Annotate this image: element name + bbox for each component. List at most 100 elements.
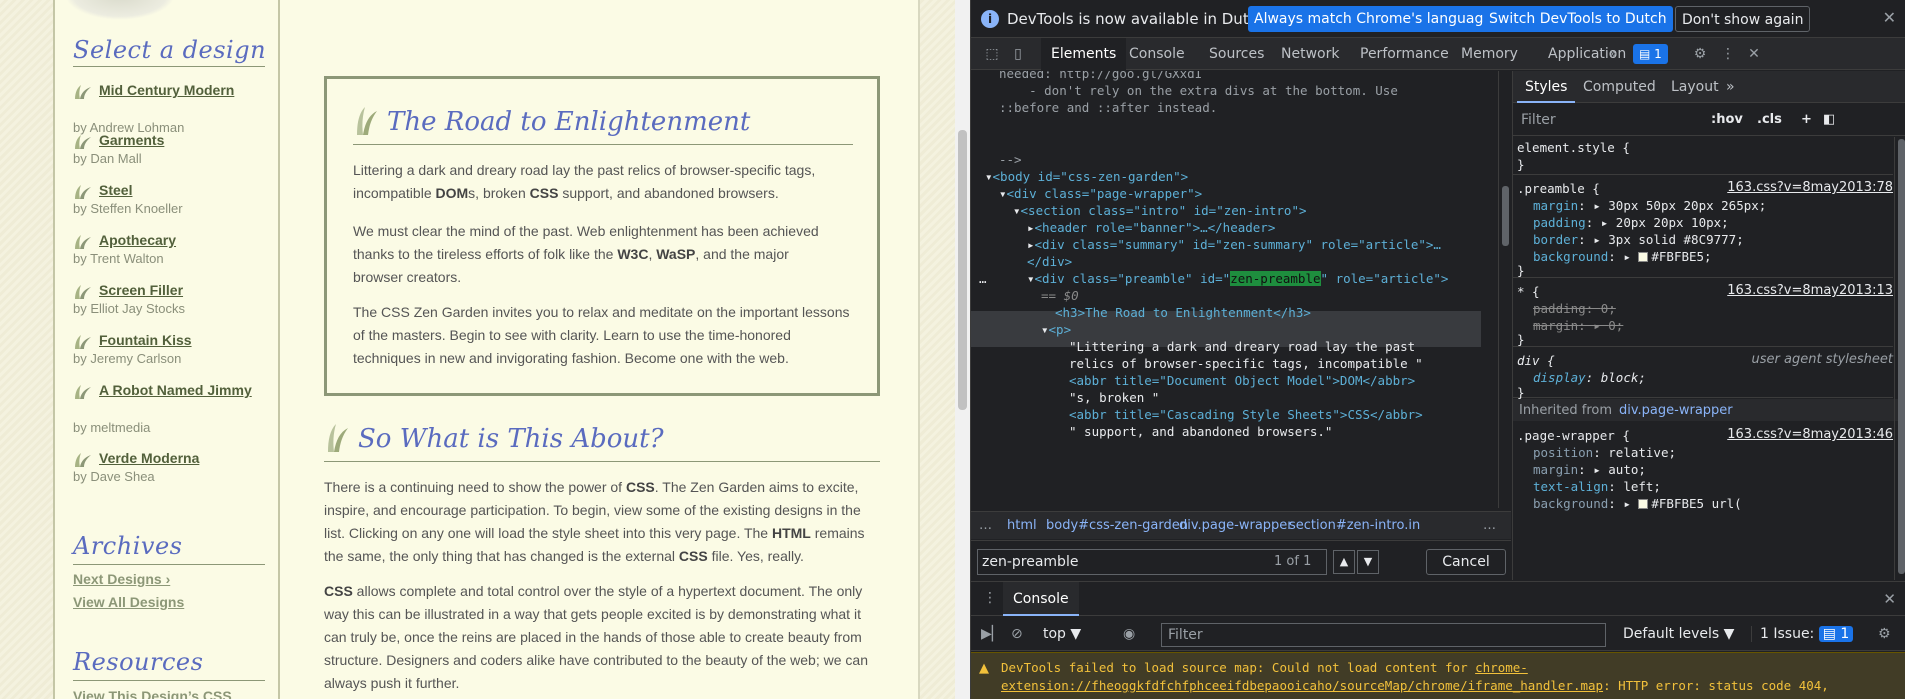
source-link[interactable]: 163.css?v=8may2013:13: [1727, 283, 1893, 298]
always-match-language-button[interactable]: Always match Chrome's language: [1248, 6, 1498, 32]
drawer-menu-icon[interactable]: ⋮: [983, 590, 997, 606]
css-declaration-overridden[interactable]: margin: ▸ 0;: [1533, 317, 1623, 334]
color-swatch[interactable]: [1638, 499, 1649, 509]
scrollbar-thumb[interactable]: [958, 130, 967, 410]
breadcrumb-item[interactable]: html: [1007, 518, 1037, 533]
css-declaration[interactable]: border: ▸ 3px solid #8C9777;: [1533, 231, 1744, 248]
tab-elements[interactable]: Elements: [1041, 38, 1127, 70]
dom-line[interactable]: needed: http://goo.gl/GXxdI: [999, 71, 1202, 82]
scrollbar-thumb[interactable]: [1898, 139, 1905, 574]
add-rule-icon[interactable]: +: [1801, 112, 1812, 127]
issues-button[interactable]: 1 Issue: ▤ 1: [1751, 626, 1854, 642]
expand-triangle-icon[interactable]: ▾: [1027, 271, 1035, 286]
class-toggle[interactable]: .cls: [1757, 112, 1782, 127]
css-declaration[interactable]: background: ▸ #FBFBE5;: [1533, 248, 1712, 265]
css-declaration[interactable]: background: ▸ #FBFBE5 url(: [1533, 495, 1742, 512]
view-css-link[interactable]: View This Design’s CSS: [73, 688, 232, 699]
expand-triangle-icon[interactable]: ▾: [1013, 203, 1021, 218]
dom-node-abbr[interactable]: <abbr title="Document Object Model">DOM<…: [1069, 372, 1415, 389]
inspect-element-icon[interactable]: ⬚: [983, 45, 1001, 63]
page-wrapper-rule[interactable]: .page-wrapper { 163.css?v=8may2013:46 po…: [1513, 423, 1893, 513]
dom-node-summary[interactable]: ▸<div class="summary" id="zen-summary" r…: [1027, 236, 1441, 253]
dont-show-again-button[interactable]: Don't show again: [1675, 6, 1811, 32]
dom-node-header[interactable]: ▸<header role="banner">…</header>: [1027, 219, 1275, 236]
scrollbar-thumb[interactable]: [1502, 186, 1509, 246]
dom-node-p[interactable]: ▾<p>: [1041, 321, 1071, 338]
dom-line[interactable]: </div>: [1027, 253, 1072, 270]
expand-triangle-icon[interactable]: ▾: [985, 169, 993, 184]
hover-state-toggle[interactable]: :hov: [1711, 112, 1743, 127]
breadcrumb-item[interactable]: body#css-zen-garden: [1046, 518, 1188, 533]
dom-node-h3[interactable]: <h3>The Road to Enlightenment</h3>: [1055, 304, 1311, 321]
issues-badge[interactable]: ▤ 1: [1633, 44, 1668, 64]
dom-node-ellipsis[interactable]: …: [979, 270, 987, 287]
design-link[interactable]: Apothecary: [99, 232, 269, 249]
design-link[interactable]: Fountain Kiss: [99, 332, 269, 349]
tab-memory[interactable]: Memory: [1451, 38, 1528, 70]
switch-to-dutch-button[interactable]: Switch DevTools to Dutch: [1483, 6, 1673, 32]
breadcrumb-item[interactable]: …: [1483, 518, 1496, 533]
preamble-rule[interactable]: .preamble { 163.css?v=8may2013:78 margin…: [1513, 176, 1893, 278]
search-previous-button[interactable]: ▲: [1333, 550, 1355, 574]
more-tabs-icon[interactable]: »: [1604, 45, 1622, 63]
more-tabs-icon[interactable]: »: [1718, 71, 1743, 103]
css-declaration[interactable]: position: relative;: [1533, 444, 1676, 461]
close-drawer-icon[interactable]: ✕: [1883, 590, 1896, 608]
dom-node-zen-intro[interactable]: ▾<section class="intro" id="zen-intro">: [1013, 202, 1307, 219]
element-style-rule[interactable]: element.style { }: [1513, 137, 1893, 175]
dom-text-node[interactable]: "s, broken ": [1069, 389, 1159, 406]
css-declaration[interactable]: padding: ▸ 20px 20px 10px;: [1533, 214, 1729, 231]
source-link[interactable]: 163.css?v=8may2013:78: [1727, 180, 1893, 195]
tab-network[interactable]: Network: [1271, 38, 1349, 70]
gear-icon[interactable]: ⚙: [1691, 45, 1709, 63]
css-declaration[interactable]: text-align: left;: [1533, 478, 1661, 495]
tab-performance[interactable]: Performance: [1350, 38, 1459, 70]
dom-text-node[interactable]: "Littering a dark and dreary road lay th…: [1069, 338, 1415, 355]
dom-text-node[interactable]: relics of browser-specific tags, incompa…: [1069, 355, 1423, 372]
gear-icon[interactable]: ⚙: [1878, 626, 1891, 642]
view-all-designs-link[interactable]: View All Designs: [73, 594, 184, 610]
inherited-node-link[interactable]: div.page-wrapper: [1619, 403, 1733, 418]
node-menu-icon[interactable]: …: [979, 271, 987, 286]
styles-filter-input[interactable]: Filter: [1521, 112, 1556, 128]
expand-triangle-icon[interactable]: ▾: [999, 186, 1007, 201]
dom-node-abbr[interactable]: <abbr title="Cascading Style Sheets">CSS…: [1069, 406, 1423, 423]
color-swatch[interactable]: [1638, 252, 1649, 262]
source-link[interactable]: 163.css?v=8may2013:46: [1727, 427, 1893, 442]
expand-triangle-icon[interactable]: ▾: [1041, 322, 1049, 337]
console-filter-input[interactable]: Filter: [1161, 623, 1606, 647]
dom-line[interactable]: ::before and ::after instead.: [999, 99, 1217, 116]
tab-console[interactable]: Console: [1119, 38, 1195, 70]
breadcrumb-item[interactable]: …: [979, 518, 992, 533]
more-options-icon[interactable]: ⋮: [1719, 45, 1737, 63]
universal-rule[interactable]: * { 163.css?v=8may2013:13 padding: 0; ma…: [1513, 279, 1893, 347]
design-link[interactable]: Steel: [99, 182, 269, 199]
close-icon[interactable]: ✕: [1883, 8, 1896, 27]
elements-scrollbar[interactable]: [1498, 71, 1511, 508]
search-cancel-button[interactable]: Cancel: [1426, 549, 1506, 575]
collapse-triangle-icon[interactable]: ▸: [1027, 220, 1035, 235]
design-link[interactable]: Garments: [99, 132, 269, 149]
toggle-sidebar-icon[interactable]: ◧: [1823, 112, 1835, 127]
design-link[interactable]: Verde Moderna: [99, 450, 269, 467]
tab-console-drawer[interactable]: Console: [1003, 582, 1079, 616]
eye-icon[interactable]: ◉: [1123, 626, 1135, 642]
breadcrumb-item[interactable]: div.page-wrapper: [1179, 518, 1293, 533]
design-link[interactable]: Mid Century Modern: [99, 82, 269, 99]
next-designs-link[interactable]: Next Designs ›: [73, 571, 170, 587]
design-link[interactable]: A Robot Named Jimmy: [99, 382, 269, 399]
dom-line[interactable]: - don't rely on the extra divs at the bo…: [999, 82, 1398, 99]
page-scrollbar[interactable]: [955, 0, 970, 699]
clear-console-icon[interactable]: ⊘: [1011, 626, 1023, 642]
tab-styles[interactable]: Styles: [1517, 71, 1576, 103]
css-declaration-overridden[interactable]: padding: 0;: [1533, 300, 1616, 317]
context-selector[interactable]: top ▼: [1043, 626, 1081, 642]
collapse-triangle-icon[interactable]: ▸: [1027, 237, 1035, 252]
div-ua-rule[interactable]: div { user agent stylesheet display: blo…: [1513, 348, 1893, 400]
css-declaration[interactable]: margin: ▸ auto;: [1533, 461, 1646, 478]
close-devtools-icon[interactable]: ✕: [1745, 45, 1763, 63]
dom-node-body[interactable]: ▾<body id="css-zen-garden">: [985, 168, 1188, 185]
styles-scrollbar[interactable]: [1894, 137, 1905, 580]
dom-line[interactable]: -->: [999, 151, 1022, 168]
css-declaration[interactable]: margin: ▸ 30px 50px 20px 265px;: [1533, 197, 1766, 214]
